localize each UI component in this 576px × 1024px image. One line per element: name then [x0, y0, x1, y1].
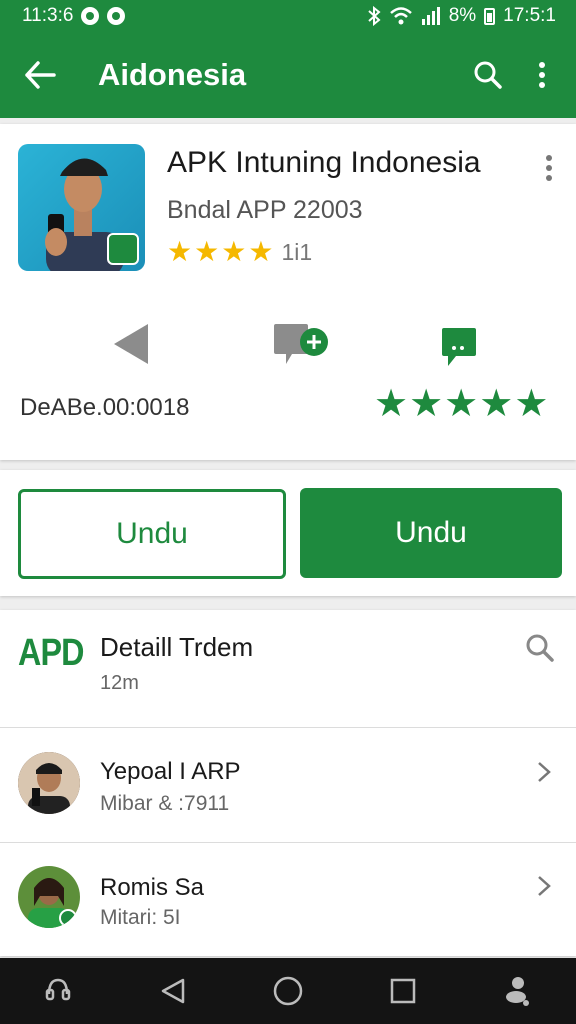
wifi-icon — [389, 7, 412, 25]
rating: ★ ★ ★ ★ 1i1 — [167, 238, 312, 266]
assistant-icon[interactable] — [36, 969, 80, 1013]
home-circle-icon[interactable] — [266, 969, 310, 1013]
list-item-subtitle: Mibar & :7911 — [100, 792, 230, 815]
star-icon: ★ — [409, 383, 444, 425]
accessibility-icon[interactable] — [496, 969, 540, 1013]
star-icon: ★ — [248, 236, 274, 267]
list-item[interactable]: Yepoal I ARP Mibar & :7911 — [0, 730, 576, 842]
badge-icon — [107, 233, 139, 265]
status-time-left: 11:3:6 — [22, 5, 74, 26]
app-title: APK Intuning Indonesia — [167, 146, 481, 179]
star-icon: ★ — [444, 383, 479, 425]
chevron-right-icon — [536, 874, 556, 898]
chevron-right-icon — [536, 760, 556, 784]
bluetooth-icon — [368, 6, 381, 26]
star-icon: ★ — [374, 383, 409, 425]
battery-icon — [484, 7, 496, 25]
more-vert-icon[interactable] — [538, 150, 560, 186]
stats-date: DeABe.00:0018 — [20, 394, 190, 421]
detail-title: Detaill Trdem — [100, 632, 254, 662]
chat-icon[interactable] — [440, 326, 478, 373]
add-comment-icon[interactable] — [272, 322, 330, 375]
app-subtitle: Bndal APP 22003 — [167, 196, 363, 224]
list-item[interactable]: Romis Sa Mitari: 5I — [0, 846, 576, 958]
signal-icon — [421, 7, 440, 25]
status-bar: 11:3:6 8% 17:5:1 — [0, 0, 576, 32]
download-outline-button[interactable]: Undu — [18, 489, 286, 579]
more-vert-icon[interactable] — [522, 55, 562, 95]
back-triangle-icon[interactable] — [151, 969, 195, 1013]
app-icon[interactable] — [18, 144, 145, 271]
notification-icon — [107, 7, 126, 25]
list-item-subtitle: Mitari: 5I — [100, 906, 181, 929]
status-time-right: 17:5:1 — [503, 5, 556, 26]
app-bar: Aidonesia — [0, 32, 576, 118]
search-icon[interactable] — [468, 55, 508, 95]
star-icon: ★ — [194, 236, 220, 267]
list-item-name: Romis Sa — [100, 874, 205, 901]
divider — [0, 727, 576, 728]
notification-icon — [81, 7, 100, 25]
star-icon: ★ — [479, 383, 514, 425]
arrow-left-icon[interactable] — [20, 55, 60, 95]
stats-stars: ★ ★ ★ ★ ★ — [374, 384, 548, 424]
play-back-icon[interactable] — [112, 322, 152, 371]
search-icon[interactable] — [524, 632, 560, 668]
battery-percent: 8% — [448, 5, 477, 26]
list-item-name: Yepoal I ARP — [100, 758, 241, 785]
divider — [0, 842, 576, 843]
download-button[interactable]: Undu — [300, 488, 562, 578]
system-nav-bar — [0, 958, 576, 1024]
star-icon: ★ — [221, 236, 247, 267]
apd-logo: APD — [18, 632, 85, 674]
page-title: Aidonesia — [98, 57, 247, 92]
star-icon: ★ — [514, 383, 549, 425]
recents-square-icon[interactable] — [381, 969, 425, 1013]
rating-count: 1i1 — [281, 238, 313, 265]
avatar — [18, 752, 80, 814]
star-icon: ★ — [167, 236, 193, 267]
detail-subtitle: 12m — [100, 672, 139, 694]
avatar — [18, 866, 80, 928]
